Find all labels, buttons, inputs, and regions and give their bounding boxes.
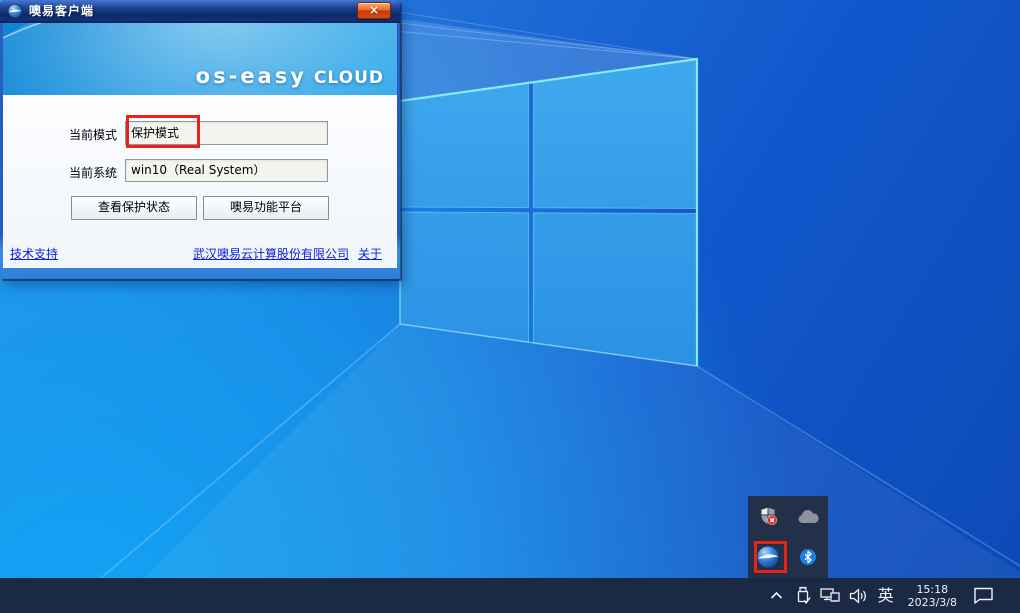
- current-system-field[interactable]: win10（Real System）: [125, 159, 328, 182]
- tech-support-link[interactable]: 技术支持: [10, 245, 58, 262]
- tray-onedrive-icon[interactable]: [788, 496, 828, 536]
- close-button[interactable]: ×: [357, 2, 391, 19]
- window-titlebar[interactable]: 噢易客户端 ×: [0, 0, 400, 23]
- highlight-box-tray-icon: [754, 541, 787, 573]
- highlight-box-current-mode: [126, 115, 200, 148]
- view-protection-status-button[interactable]: 查看保护状态: [71, 196, 197, 220]
- brand-logo: os-easy CLOUD: [196, 64, 384, 88]
- taskbar-clock[interactable]: 15:18 2023/3/8: [908, 583, 957, 609]
- tray-defender-icon[interactable]: [748, 496, 788, 536]
- company-link[interactable]: 武汉噢易云计算股份有限公司: [193, 245, 349, 262]
- taskbar: 英 15:18 2023/3/8: [0, 578, 1020, 613]
- current-system-label: 当前系统: [69, 164, 117, 181]
- network-icon[interactable]: [820, 588, 840, 603]
- os-easy-client-window: 噢易客户端 × os-easy CLOUD 当前模式 保护模式 当前系统 win1…: [0, 0, 400, 279]
- current-mode-label: 当前模式: [69, 126, 117, 143]
- os-easy-platform-button[interactable]: 噢易功能平台: [203, 196, 329, 220]
- action-center-icon[interactable]: [973, 587, 994, 604]
- dialog-body: 当前模式 保护模式 当前系统 win10（Real System） 查看保护状态…: [3, 95, 397, 268]
- tray-bluetooth-icon[interactable]: [788, 537, 828, 577]
- app-icon: [7, 3, 23, 19]
- safely-remove-hardware-icon[interactable]: [796, 586, 811, 605]
- ime-indicator[interactable]: 英: [878, 578, 894, 613]
- clock-time: 15:18: [916, 583, 948, 596]
- window-title: 噢易客户端: [29, 2, 94, 19]
- clock-date: 2023/3/8: [908, 596, 957, 609]
- brand-suffix: CLOUD: [314, 68, 384, 88]
- volume-icon[interactable]: [849, 588, 869, 604]
- brand-name: os-easy: [196, 64, 307, 88]
- show-hidden-icons-button[interactable]: [770, 591, 783, 600]
- header-banner: os-easy CLOUD: [3, 23, 397, 95]
- about-link[interactable]: 关于: [358, 245, 382, 262]
- screen: 噢易客户端 × os-easy CLOUD 当前模式 保护模式 当前系统 win1…: [0, 0, 1020, 613]
